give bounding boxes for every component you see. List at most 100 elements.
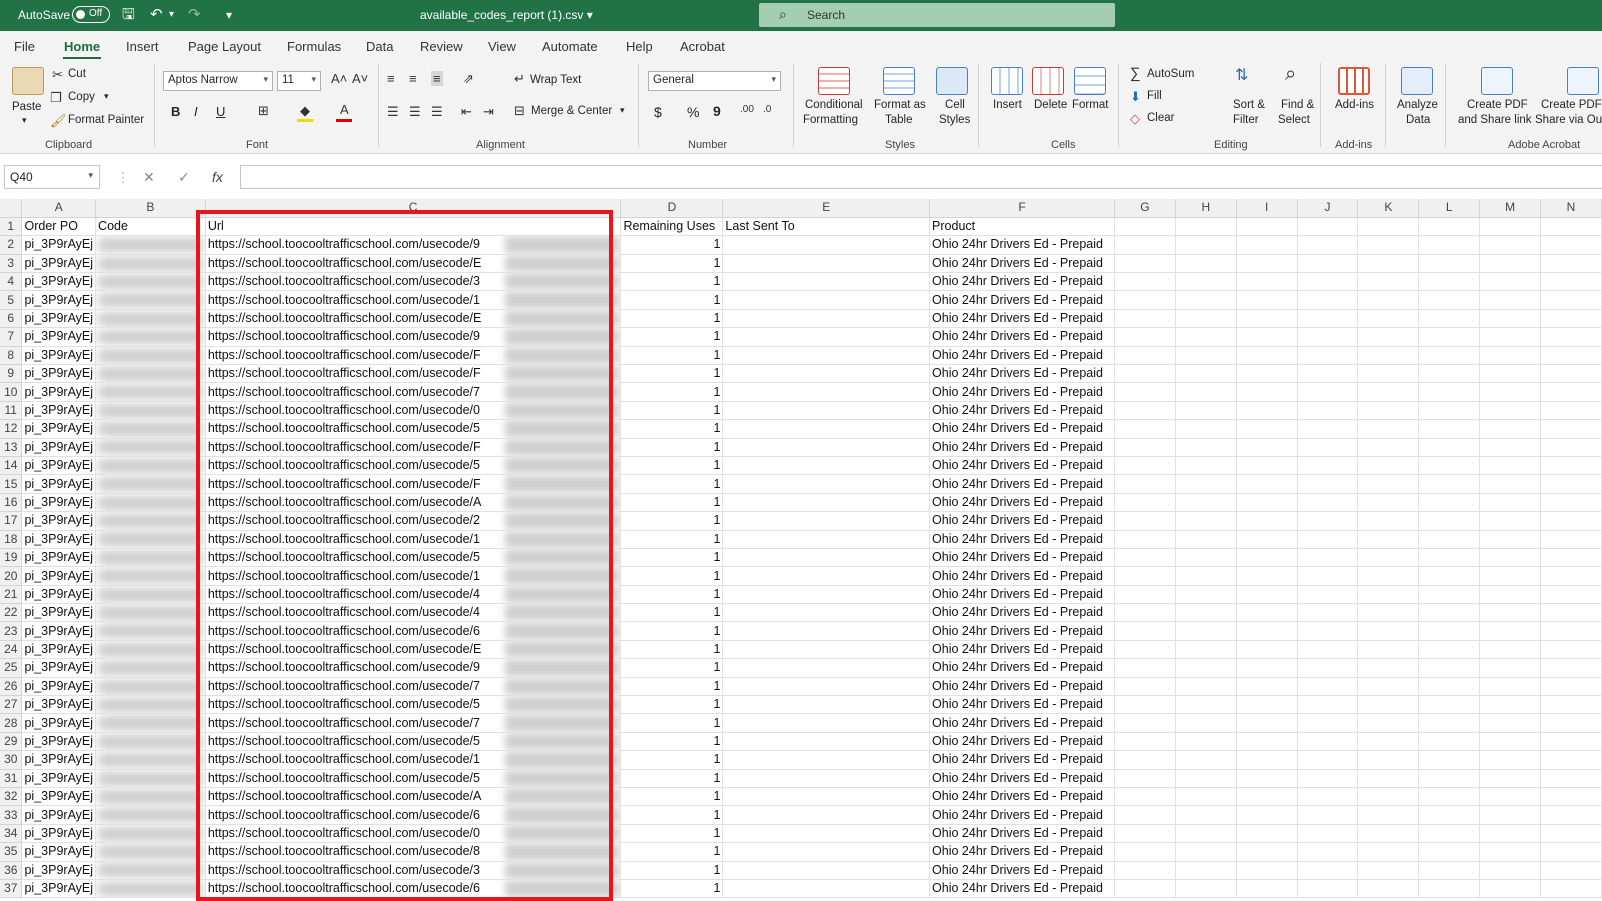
- row-number[interactable]: 36: [0, 861, 23, 880]
- url-cell[interactable]: https://school.toocooltrafficschool.com/…: [205, 272, 622, 292]
- remaining-uses-cell[interactable]: 1: [620, 750, 724, 770]
- analyze-data-icon[interactable]: [1401, 67, 1433, 95]
- decrease-font-icon[interactable]: A˅: [352, 71, 368, 86]
- product-cell[interactable]: Ohio 24hr Drivers Ed - Prepaid: [929, 566, 1116, 586]
- product-cell[interactable]: Ohio 24hr Drivers Ed - Prepaid: [929, 548, 1116, 568]
- url-cell[interactable]: https://school.toocooltrafficschool.com/…: [205, 493, 622, 513]
- empty-cell[interactable]: [1479, 695, 1542, 715]
- last-sent-to-cell[interactable]: [722, 824, 931, 844]
- empty-cell[interactable]: [1114, 474, 1176, 494]
- empty-cell[interactable]: [1540, 861, 1602, 880]
- empty-cell[interactable]: [1357, 401, 1420, 421]
- empty-cell[interactable]: [1357, 493, 1420, 513]
- empty-cell[interactable]: [1297, 511, 1359, 531]
- empty-cell[interactable]: [1114, 842, 1176, 862]
- empty-cell[interactable]: [1540, 419, 1602, 439]
- url-cell[interactable]: https://school.toocooltrafficschool.com/…: [205, 309, 622, 329]
- empty-cell[interactable]: [1357, 805, 1420, 825]
- empty-cell[interactable]: [1479, 438, 1542, 457]
- url-cell[interactable]: https://school.toocooltrafficschool.com/…: [205, 805, 622, 825]
- empty-cell[interactable]: [1297, 346, 1359, 366]
- empty-cell[interactable]: [1114, 603, 1176, 623]
- empty-cell[interactable]: [1418, 290, 1481, 310]
- column-header-b[interactable]: B: [95, 199, 206, 218]
- empty-cell[interactable]: [1418, 640, 1481, 660]
- empty-cell[interactable]: [1114, 217, 1176, 237]
- code-cell-redacted[interactable]: [95, 401, 206, 421]
- remaining-uses-cell[interactable]: 1: [620, 824, 724, 844]
- empty-cell[interactable]: [1175, 603, 1237, 623]
- last-sent-to-cell[interactable]: [722, 346, 931, 366]
- empty-cell[interactable]: [1540, 824, 1602, 844]
- product-cell[interactable]: Ohio 24hr Drivers Ed - Prepaid: [929, 787, 1116, 807]
- remaining-uses-cell[interactable]: 1: [620, 254, 724, 274]
- empty-cell[interactable]: [1540, 750, 1602, 770]
- empty-cell[interactable]: [1236, 566, 1298, 586]
- empty-cell[interactable]: [1236, 364, 1298, 384]
- order-po-cell[interactable]: pi_3P9rAyEj: [21, 842, 97, 862]
- last-sent-to-cell[interactable]: [722, 879, 931, 899]
- empty-cell[interactable]: [1236, 879, 1298, 899]
- empty-cell[interactable]: [1479, 677, 1542, 697]
- merge-center-icon[interactable]: ⊟: [514, 103, 525, 119]
- conditional-formatting-label-2[interactable]: Formatting: [803, 114, 858, 126]
- empty-cell[interactable]: [1297, 750, 1359, 770]
- row-number[interactable]: 10: [0, 382, 23, 402]
- empty-cell[interactable]: [1540, 566, 1602, 586]
- empty-cell[interactable]: [1540, 548, 1602, 568]
- empty-cell[interactable]: [1418, 695, 1481, 715]
- empty-cell[interactable]: [1357, 474, 1420, 494]
- empty-cell[interactable]: [1418, 548, 1481, 568]
- last-sent-to-cell[interactable]: [722, 290, 931, 310]
- last-sent-to-cell[interactable]: [722, 621, 931, 641]
- empty-cell[interactable]: [1114, 677, 1176, 697]
- remaining-uses-cell[interactable]: 1: [620, 695, 724, 715]
- code-cell-redacted[interactable]: [95, 327, 206, 347]
- empty-cell[interactable]: [1175, 805, 1237, 825]
- row-number[interactable]: 37: [0, 879, 23, 899]
- empty-cell[interactable]: [1297, 290, 1359, 310]
- remaining-uses-cell[interactable]: 1: [620, 658, 724, 678]
- empty-cell[interactable]: [1175, 824, 1237, 844]
- empty-cell[interactable]: [1297, 419, 1359, 439]
- column-header-j[interactable]: J: [1297, 199, 1359, 218]
- empty-cell[interactable]: [1479, 585, 1542, 605]
- empty-cell[interactable]: [1540, 346, 1602, 366]
- remaining-uses-cell[interactable]: 1: [620, 621, 724, 641]
- row-number[interactable]: 32: [0, 787, 23, 807]
- empty-cell[interactable]: [1236, 419, 1298, 439]
- row-number[interactable]: 16: [0, 493, 23, 513]
- empty-cell[interactable]: [1357, 290, 1420, 310]
- empty-cell[interactable]: [1297, 861, 1359, 880]
- empty-cell[interactable]: [1418, 438, 1481, 457]
- url-cell[interactable]: https://school.toocooltrafficschool.com/…: [205, 364, 622, 384]
- empty-cell[interactable]: [1236, 217, 1298, 237]
- empty-cell[interactable]: [1114, 640, 1176, 660]
- tab-home[interactable]: Home: [64, 39, 100, 54]
- empty-cell[interactable]: [1297, 235, 1359, 255]
- remaining-uses-cell[interactable]: 1: [620, 456, 724, 476]
- column-header-h[interactable]: H: [1175, 199, 1237, 218]
- currency-button[interactable]: $: [654, 104, 662, 120]
- empty-cell[interactable]: [1114, 621, 1176, 641]
- tab-view[interactable]: View: [488, 39, 516, 54]
- empty-cell[interactable]: [1236, 732, 1298, 752]
- empty-cell[interactable]: [1297, 217, 1359, 237]
- paste-button[interactable]: Paste: [12, 101, 41, 113]
- header-cell-order-po[interactable]: Order PO: [21, 217, 97, 237]
- remaining-uses-cell[interactable]: 1: [620, 401, 724, 421]
- empty-cell[interactable]: [1540, 401, 1602, 421]
- url-cell[interactable]: https://school.toocooltrafficschool.com/…: [205, 842, 622, 862]
- empty-cell[interactable]: [1236, 327, 1298, 347]
- url-cell[interactable]: https://school.toocooltrafficschool.com/…: [205, 327, 622, 347]
- empty-cell[interactable]: [1540, 805, 1602, 825]
- last-sent-to-cell[interactable]: [722, 401, 931, 421]
- empty-cell[interactable]: [1418, 511, 1481, 531]
- empty-cell[interactable]: [1540, 309, 1602, 329]
- align-center-icon[interactable]: ☰: [409, 104, 421, 120]
- remaining-uses-cell[interactable]: 1: [620, 235, 724, 255]
- url-cell[interactable]: https://school.toocooltrafficschool.com/…: [205, 861, 622, 880]
- empty-cell[interactable]: [1114, 824, 1176, 844]
- format-cells-button[interactable]: Format: [1072, 99, 1108, 111]
- empty-cell[interactable]: [1297, 272, 1359, 292]
